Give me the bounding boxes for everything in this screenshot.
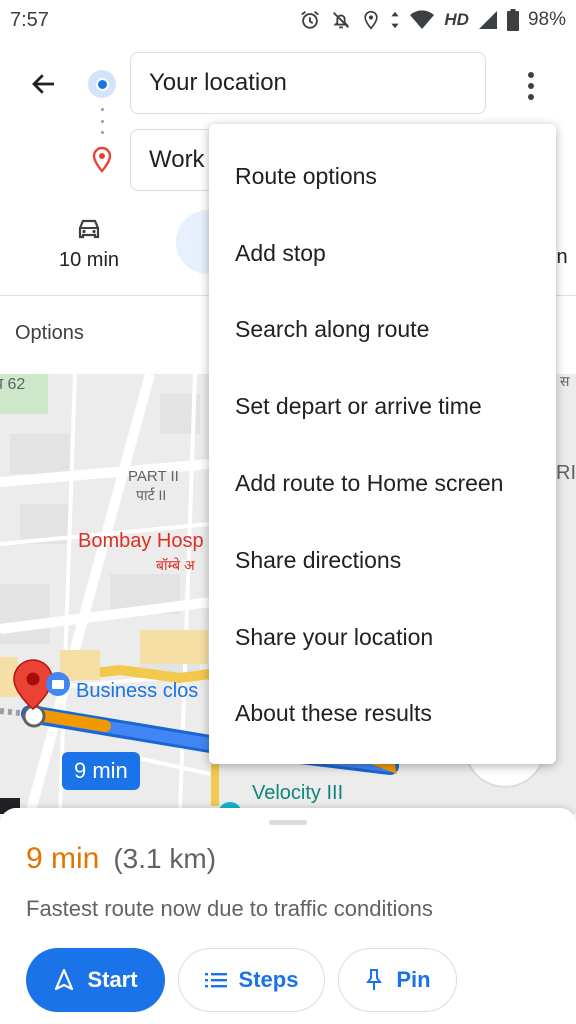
origin-dot-icon xyxy=(88,70,116,98)
map-label-part-hi: पार्ट II xyxy=(136,487,167,503)
signal-icon xyxy=(478,10,498,30)
steps-label: Steps xyxy=(238,967,299,992)
navigation-icon xyxy=(55,968,74,991)
overflow-menu: Route options Add stop Search along rout… xyxy=(209,124,556,764)
menu-item-add-route-home[interactable]: Add route to Home screen xyxy=(209,445,556,522)
status-icons: HD 98% xyxy=(299,9,566,31)
route-connector xyxy=(100,108,104,134)
menu-item-add-stop[interactable]: Add stop xyxy=(209,215,556,292)
map-label-top-right: स xyxy=(560,374,570,389)
pushpin-icon xyxy=(366,969,383,990)
wifi-icon xyxy=(409,10,435,30)
status-time: 7:57 xyxy=(10,8,49,31)
menu-item-about-results[interactable]: About these results xyxy=(209,676,556,753)
origin-field[interactable]: Your location xyxy=(130,52,486,114)
map-label-hospital-hi: बॉम्बे अ xyxy=(156,557,195,573)
network-type: HD xyxy=(444,10,469,29)
list-icon xyxy=(204,973,227,988)
drive-time: 10 min xyxy=(58,249,120,271)
location-icon xyxy=(361,9,381,31)
alarm-icon xyxy=(299,9,321,31)
start-label: Start xyxy=(87,967,138,992)
data-transfer-icon xyxy=(390,9,400,31)
mode-driving[interactable]: 10 min xyxy=(44,218,134,272)
map-label-top-left: प 62 xyxy=(0,376,26,393)
start-button[interactable]: Start xyxy=(26,948,165,1012)
menu-item-share-location[interactable]: Share your location xyxy=(209,599,556,676)
route-distance: (3.1 km) xyxy=(113,843,217,874)
destination-pin-icon xyxy=(90,146,114,179)
pin-label: Pin xyxy=(396,967,431,992)
more-options-button[interactable] xyxy=(516,66,546,106)
route-summary-sheet: 9 min (3.1 km) Fastest route now due to … xyxy=(0,808,576,1024)
options-label: Options xyxy=(15,322,84,344)
map-label-right-edge: RIC xyxy=(556,462,576,484)
route-duration: 9 min xyxy=(26,842,100,875)
menu-item-search-along-route[interactable]: Search along route xyxy=(209,292,556,369)
battery-percent: 98% xyxy=(527,9,566,30)
menu-item-share-directions[interactable]: Share directions xyxy=(209,522,556,599)
back-button[interactable] xyxy=(24,64,64,104)
map-label-business[interactable]: Business clos xyxy=(76,680,198,703)
map-label-velocity[interactable]: Velocity III xyxy=(252,782,343,805)
route-eta: 9 min (3.1 km) xyxy=(26,842,216,876)
battery-icon xyxy=(506,9,519,31)
menu-item-set-depart-arrive[interactable]: Set depart or arrive time xyxy=(209,368,556,445)
pin-button[interactable]: Pin xyxy=(338,948,457,1012)
map-label-part-en: PART II xyxy=(128,468,179,485)
notifications-off-icon xyxy=(330,9,352,31)
sheet-drag-handle[interactable] xyxy=(269,820,307,825)
menu-item-route-options[interactable]: Route options xyxy=(209,138,556,215)
map-label-hospital[interactable]: Bombay Hosp xyxy=(78,530,204,553)
car-icon xyxy=(78,219,100,239)
route-eta-chip[interactable]: 9 min xyxy=(62,752,140,790)
status-bar: 7:57 HD 98% xyxy=(0,0,576,40)
arrow-back-icon xyxy=(32,74,54,94)
steps-button[interactable]: Steps xyxy=(178,948,325,1012)
route-description: Fastest route now due to traffic conditi… xyxy=(26,896,433,921)
